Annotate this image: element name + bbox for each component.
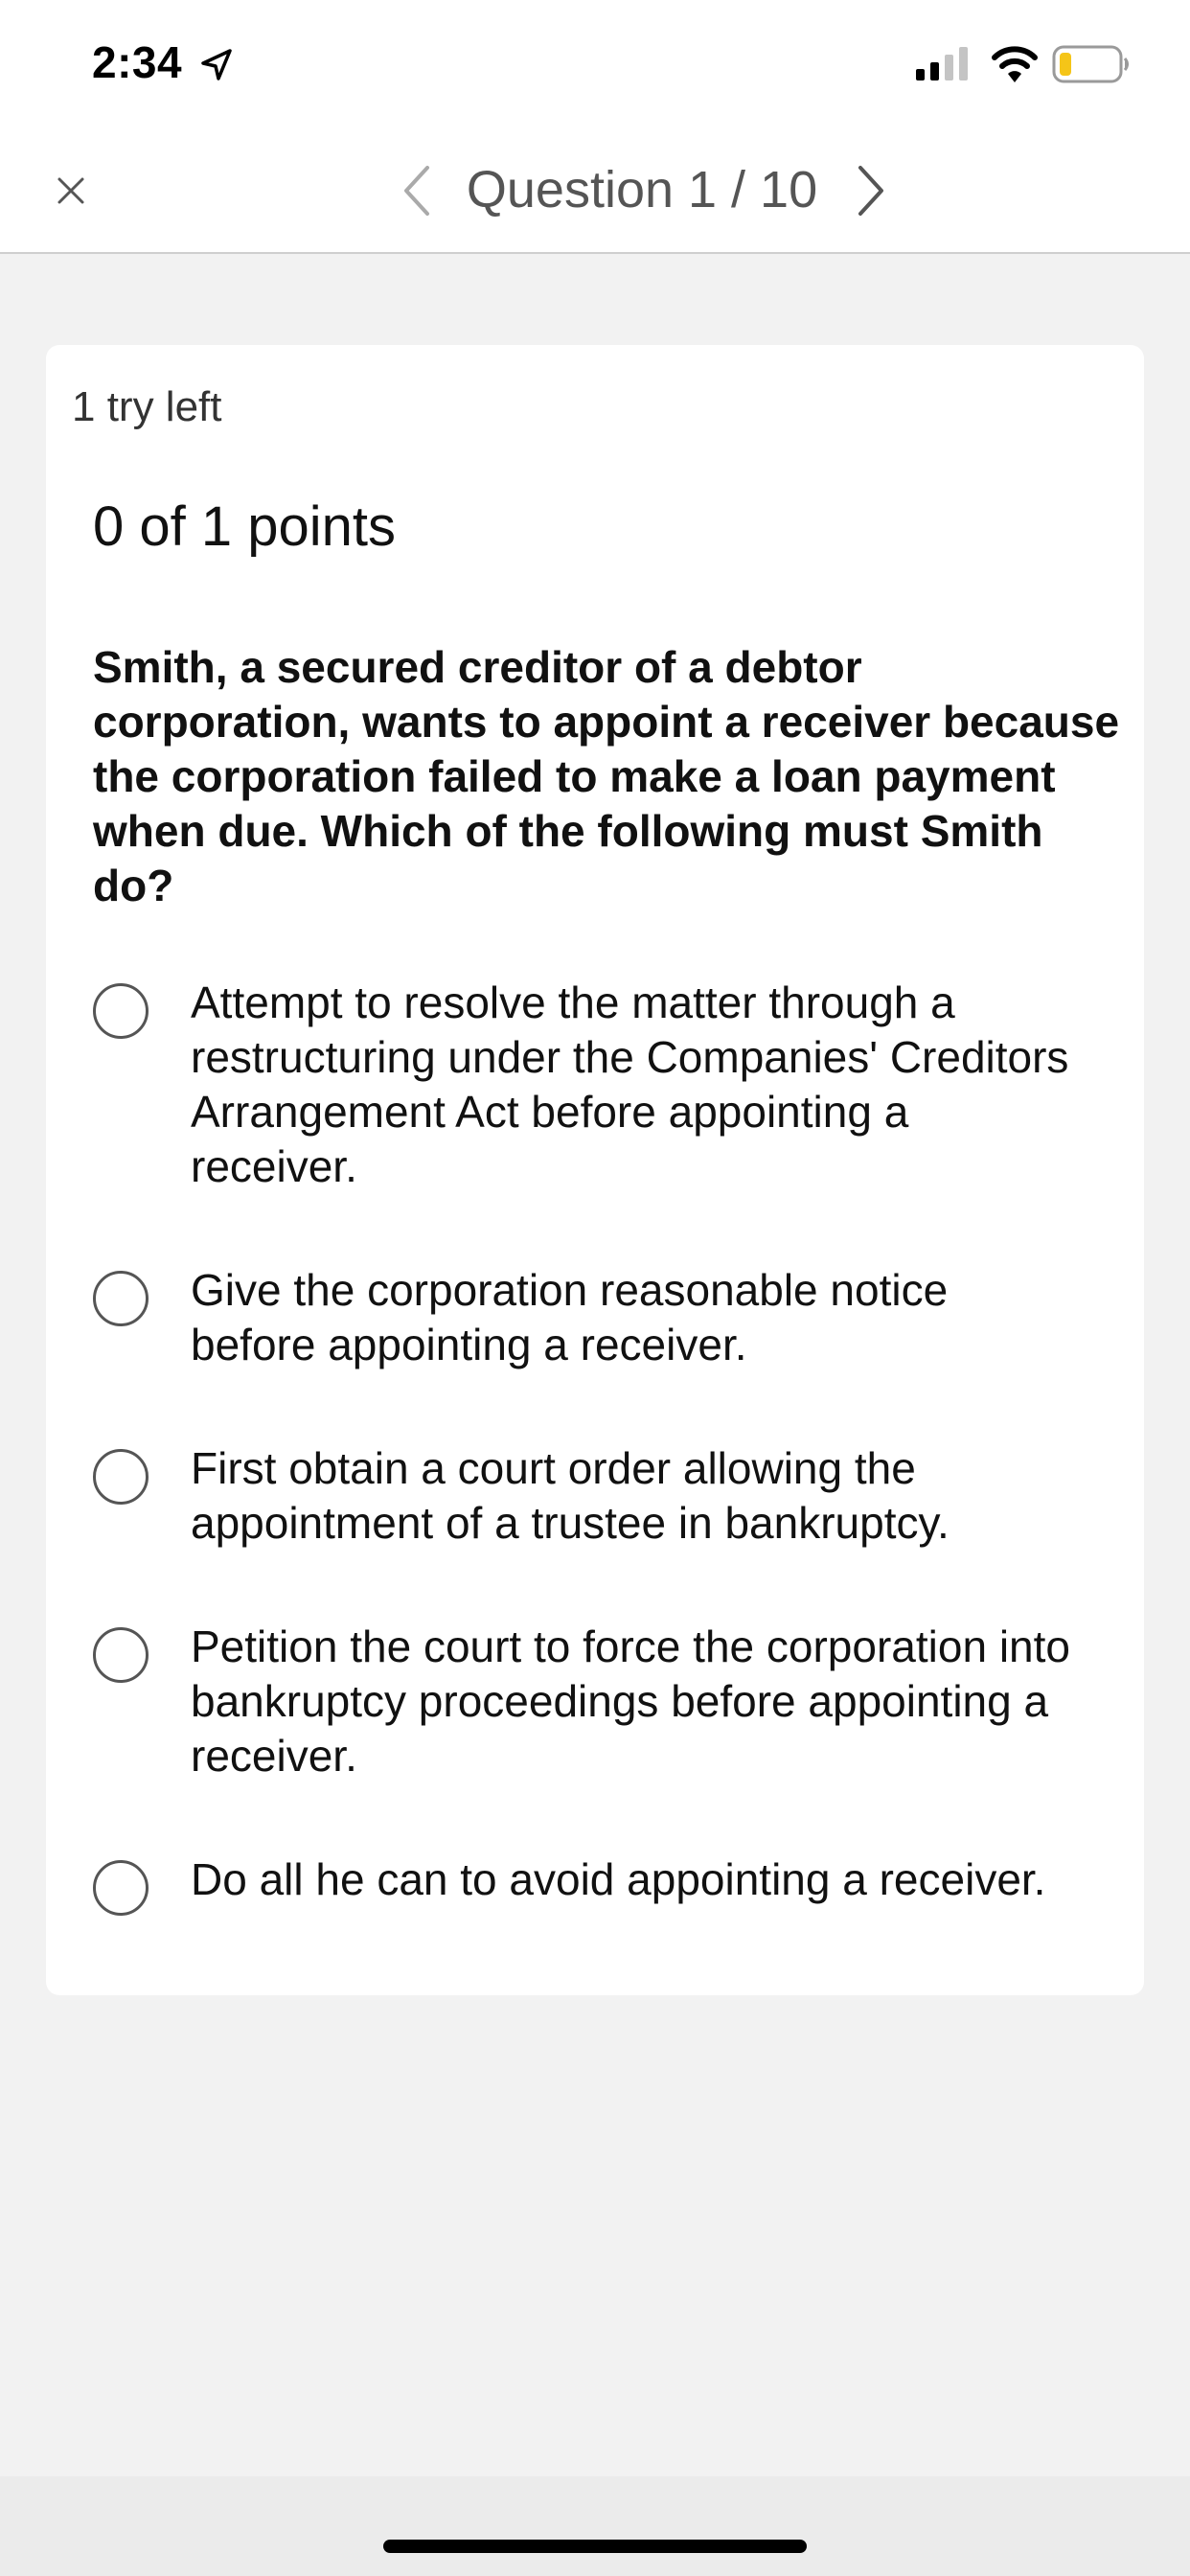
home-indicator-area (0, 2476, 1190, 2576)
chevron-right-icon[interactable] (847, 162, 895, 219)
question-counter: Question 1 / 10 (466, 161, 818, 218)
question-nav-bar: Question 1 / 10 (0, 129, 1190, 254)
answer-option-1[interactable]: Attempt to resolve the matter through a … (93, 976, 1128, 1194)
radio-button[interactable] (93, 1860, 149, 1916)
radio-button[interactable] (93, 983, 149, 1039)
question-text: Smith, a secured creditor of a debtor co… (93, 642, 1120, 910)
close-icon[interactable] (48, 168, 94, 214)
radio-button[interactable] (93, 1449, 149, 1505)
radio-button[interactable] (93, 1271, 149, 1326)
points-label: 0 of 1 points (93, 495, 396, 558)
answer-option-4[interactable]: Petition the court to force the corporat… (93, 1620, 1128, 1783)
question-card: 1 try left 0 of 1 points Smith, a secure… (46, 345, 1144, 1995)
wifi-icon (992, 46, 1038, 82)
answer-option-label: Petition the court to force the corporat… (191, 1622, 1070, 1781)
battery-low-icon (1052, 45, 1129, 83)
answer-option-label: Attempt to resolve the matter through a … (191, 978, 1069, 1191)
status-bar: 2:34 (0, 0, 1190, 129)
radio-button[interactable] (93, 1627, 149, 1683)
status-time: 2:34 (92, 37, 183, 87)
answer-option-label: First obtain a court order allowing the … (191, 1443, 950, 1548)
answer-option-label: Do all he can to avoid appointing a rece… (191, 1854, 1046, 1904)
cellular-signal-icon (916, 47, 968, 80)
tries-left-label: 1 try left (72, 383, 222, 430)
home-indicator[interactable] (383, 2540, 807, 2553)
answer-option-3[interactable]: First obtain a court order allowing the … (93, 1441, 1128, 1551)
answer-option-5[interactable]: Do all he can to avoid appointing a rece… (93, 1852, 1128, 1916)
chevron-left-icon[interactable] (393, 162, 441, 219)
answer-option-2[interactable]: Give the corporation reasonable notice b… (93, 1263, 1128, 1372)
answer-option-label: Give the corporation reasonable notice b… (191, 1265, 949, 1369)
location-arrow-icon (201, 49, 232, 80)
